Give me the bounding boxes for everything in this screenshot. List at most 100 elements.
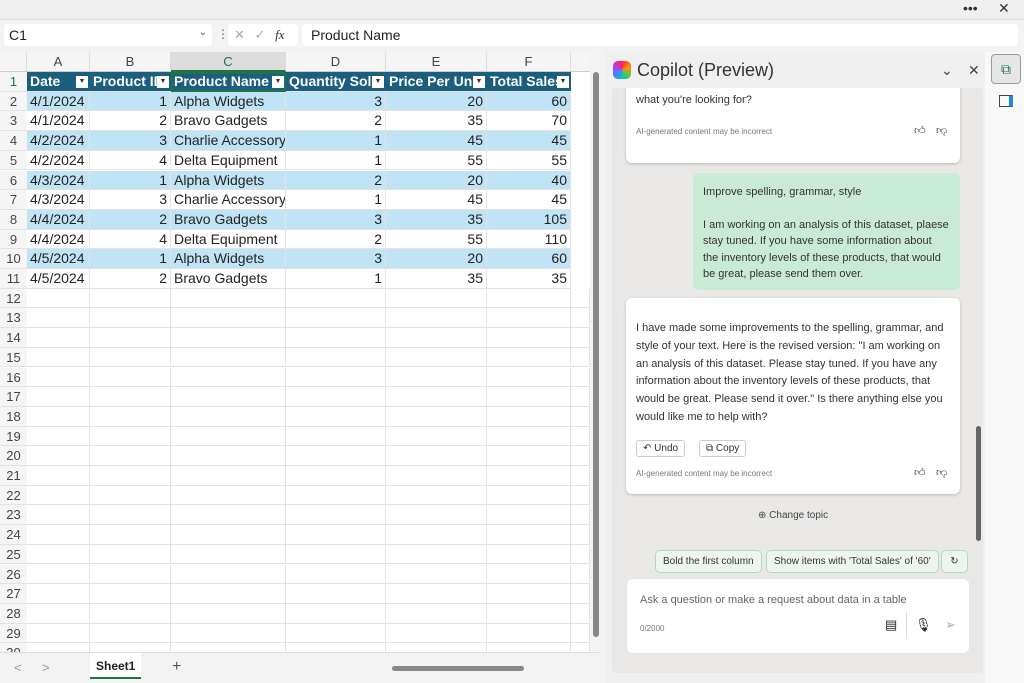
table-cell[interactable]: 4/1/2024 <box>27 91 90 112</box>
row-header[interactable]: 29 <box>0 623 27 644</box>
row-header[interactable]: 3 <box>0 111 27 132</box>
next-sheet-button[interactable]: > <box>42 660 50 675</box>
table-cell[interactable]: 35 <box>386 209 487 230</box>
table-cell[interactable]: 2 <box>286 229 386 250</box>
empty-cell[interactable] <box>171 406 286 427</box>
empty-cell[interactable] <box>90 643 171 652</box>
row-header[interactable]: 30 <box>0 643 27 652</box>
suggestion-chip[interactable]: Show items with 'Total Sales' of '60' <box>766 550 939 573</box>
filter-dropdown-icon[interactable]: ▼ <box>557 76 569 88</box>
table-cell[interactable]: 1 <box>286 131 386 151</box>
row-header[interactable]: 10 <box>0 249 27 269</box>
table-cell[interactable]: 35 <box>487 269 571 289</box>
empty-cell[interactable] <box>571 603 590 624</box>
empty-cell[interactable] <box>27 623 90 644</box>
empty-cell[interactable] <box>171 584 286 604</box>
empty-cell[interactable] <box>90 485 171 506</box>
empty-cell[interactable] <box>286 564 386 585</box>
table-cell[interactable]: Alpha Widgets <box>171 91 286 112</box>
filter-dropdown-icon[interactable]: ▼ <box>473 76 485 88</box>
empty-cell[interactable] <box>571 347 590 368</box>
table-cell[interactable]: 2 <box>90 111 171 132</box>
row-header[interactable]: 23 <box>0 505 27 526</box>
empty-cell[interactable] <box>90 466 171 486</box>
empty-cell[interactable] <box>386 584 487 604</box>
spreadsheet-grid[interactable]: A B C D E F 1 2 3 4 5 6 7 8 9 10 11 12 13 14 15 16 17 18 19 20 21 2… <box>0 52 590 652</box>
empty-cell[interactable] <box>571 406 590 427</box>
empty-cell[interactable] <box>171 643 286 652</box>
empty-cell[interactable] <box>386 446 487 466</box>
empty-cell[interactable] <box>571 367 590 388</box>
thumbs-up-icon[interactable]: 👍︎ <box>914 124 926 137</box>
table-cell[interactable]: 55 <box>386 150 487 171</box>
empty-cell[interactable] <box>90 367 171 388</box>
empty-cell[interactable] <box>286 466 386 486</box>
empty-cell[interactable] <box>386 485 487 506</box>
empty-cell[interactable] <box>571 643 590 652</box>
empty-cell[interactable] <box>487 584 571 604</box>
empty-cell[interactable] <box>487 466 571 486</box>
empty-cell[interactable] <box>286 446 386 466</box>
table-cell[interactable]: 45 <box>386 131 487 151</box>
table-cell[interactable]: Alpha Widgets <box>171 249 286 269</box>
table-cell[interactable]: 2 <box>286 170 386 191</box>
table-cell[interactable]: 4 <box>90 229 171 250</box>
empty-cell[interactable] <box>286 328 386 348</box>
table-cell[interactable]: Delta Equipment <box>171 229 286 250</box>
empty-cell[interactable] <box>386 603 487 624</box>
empty-cell[interactable] <box>90 308 171 329</box>
change-topic-button[interactable]: ⊕ Change topic <box>758 510 828 521</box>
empty-cell[interactable] <box>90 603 171 624</box>
table-cell[interactable]: 4/4/2024 <box>27 209 90 230</box>
table-cell[interactable]: Bravo Gadgets <box>171 209 286 230</box>
empty-cell[interactable] <box>386 564 487 585</box>
empty-cell[interactable] <box>571 387 590 407</box>
empty-cell[interactable] <box>386 525 487 545</box>
empty-cell[interactable] <box>286 603 386 624</box>
empty-cell[interactable] <box>27 367 90 388</box>
column-header-D[interactable]: D <box>286 52 386 72</box>
chat-input[interactable]: Ask a question or make a request about d… <box>627 579 969 653</box>
empty-cell[interactable] <box>571 505 590 526</box>
empty-cell[interactable] <box>386 328 487 348</box>
empty-cell[interactable] <box>386 387 487 407</box>
table-cell[interactable]: 70 <box>487 111 571 132</box>
table-header-cell[interactable]: Product ID ▼ <box>90 72 171 92</box>
table-cell[interactable]: 45 <box>487 190 571 210</box>
row-header[interactable]: 4 <box>0 131 27 151</box>
table-cell[interactable]: Bravo Gadgets <box>171 269 286 289</box>
empty-cell[interactable] <box>386 347 487 368</box>
table-cell[interactable]: 35 <box>386 269 487 289</box>
empty-cell[interactable] <box>487 426 571 447</box>
empty-cell[interactable] <box>27 525 90 545</box>
table-cell[interactable]: 1 <box>286 190 386 210</box>
empty-cell[interactable] <box>386 406 487 427</box>
empty-cell[interactable] <box>171 466 286 486</box>
empty-cell[interactable] <box>171 308 286 329</box>
empty-cell[interactable] <box>286 643 386 652</box>
empty-cell[interactable] <box>27 446 90 466</box>
table-cell[interactable]: 3 <box>286 249 386 269</box>
empty-cell[interactable] <box>27 308 90 329</box>
empty-cell[interactable] <box>487 406 571 427</box>
table-cell[interactable]: 3 <box>90 131 171 151</box>
empty-cell[interactable] <box>27 584 90 604</box>
table-cell[interactable]: 4/4/2024 <box>27 229 90 250</box>
table-cell[interactable]: 45 <box>386 190 487 210</box>
copilot-toggle-button[interactable]: ⧉ <box>991 54 1021 84</box>
empty-cell[interactable] <box>571 446 590 466</box>
empty-cell[interactable] <box>487 505 571 526</box>
table-header-cell[interactable]: Product Name ▼ <box>171 72 286 92</box>
close-pane-button[interactable]: ✕ <box>968 62 980 79</box>
empty-cell[interactable] <box>286 347 386 368</box>
row-header[interactable]: 26 <box>0 564 27 585</box>
table-cell[interactable]: 4 <box>90 150 171 171</box>
table-cell[interactable]: 105 <box>487 209 571 230</box>
table-cell[interactable]: 20 <box>386 249 487 269</box>
empty-cell[interactable] <box>27 328 90 348</box>
table-cell[interactable]: 60 <box>487 91 571 112</box>
formula-input[interactable]: Product Name <box>302 24 1018 46</box>
table-cell[interactable]: 2 <box>90 269 171 289</box>
empty-cell[interactable] <box>386 426 487 447</box>
row-header[interactable]: 18 <box>0 406 27 427</box>
